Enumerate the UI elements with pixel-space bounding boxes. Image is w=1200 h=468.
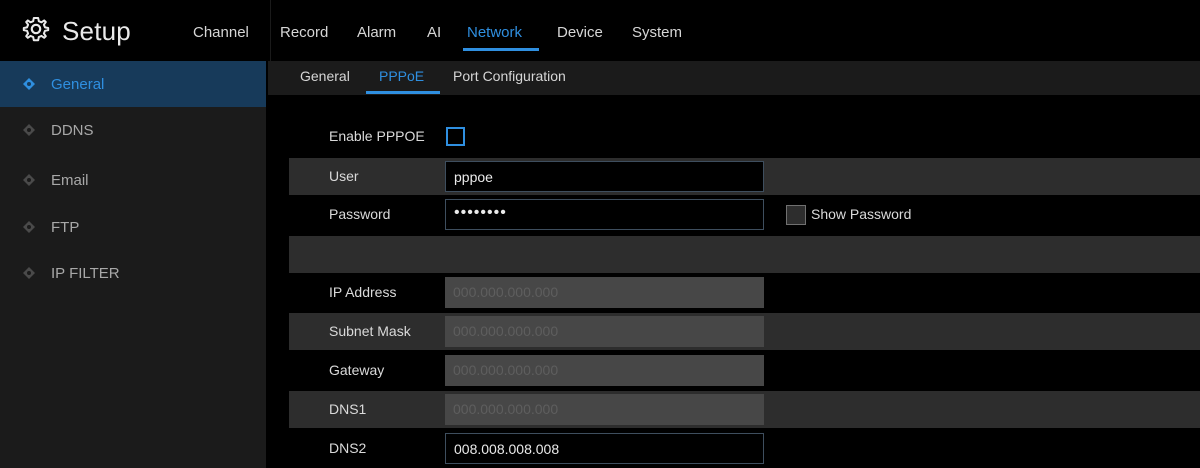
diamond-bullet-icon — [23, 221, 35, 233]
menu-record[interactable]: Record — [280, 24, 328, 41]
user-input[interactable]: pppoe — [445, 161, 764, 192]
active-tab-indicator — [366, 91, 440, 94]
subnet-mask-row: Subnet Mask 000.000.000.000 — [289, 313, 1200, 350]
password-row: Password •••••••• Show Password — [289, 196, 1200, 233]
user-row: User pppoe — [289, 158, 1200, 195]
password-input[interactable]: •••••••• — [445, 199, 764, 230]
sidebar-item-ddns[interactable]: DDNS — [0, 107, 266, 153]
diamond-bullet-icon — [23, 267, 35, 279]
top-bar: Setup Channel Record Alarm AI Network De… — [0, 0, 1200, 61]
brand: Setup — [22, 14, 131, 48]
password-label: Password — [329, 206, 391, 222]
sidebar-item-general[interactable]: General — [0, 61, 266, 107]
menu-system[interactable]: System — [632, 24, 682, 41]
dns2-label: DNS2 — [329, 440, 367, 456]
user-label: User — [329, 168, 359, 184]
subnet-mask-label: Subnet Mask — [329, 323, 411, 339]
enable-pppoe-row: Enable PPPOE — [289, 118, 1200, 155]
ip-address-input: 000.000.000.000 — [445, 277, 764, 308]
tab-pppoe[interactable]: PPPoE — [379, 68, 424, 84]
enable-pppoe-label: Enable PPPOE — [329, 128, 425, 144]
sidebar-item-label: DDNS — [51, 121, 94, 139]
ip-address-row: IP Address 000.000.000.000 — [289, 274, 1200, 311]
menu-network[interactable]: Network — [467, 24, 522, 41]
tab-port-configuration[interactable]: Port Configuration — [453, 68, 566, 84]
menu-ai[interactable]: AI — [427, 24, 441, 41]
active-menu-indicator — [463, 48, 539, 51]
sidebar-item-email[interactable]: Email — [0, 157, 266, 203]
show-password-checkbox[interactable] — [786, 205, 806, 225]
sidebar-item-label: IP FILTER — [51, 264, 120, 282]
separator-row — [289, 236, 1200, 273]
sub-tabs: General PPPoE Port Configuration — [268, 61, 1200, 95]
diamond-bullet-icon — [23, 124, 35, 136]
sidebar-item-label: FTP — [51, 218, 80, 236]
ip-address-label: IP Address — [329, 284, 397, 300]
menu-device[interactable]: Device — [557, 24, 603, 41]
sidebar: General DDNS Email FTP IP FILTER — [0, 61, 266, 468]
sidebar-item-label: General — [51, 75, 105, 93]
sidebar-item-ip-filter[interactable]: IP FILTER — [0, 250, 266, 296]
gateway-row: Gateway 000.000.000.000 — [289, 352, 1200, 389]
sidebar-item-ftp[interactable]: FTP — [0, 204, 266, 250]
gear-icon — [22, 15, 50, 48]
dns1-row: DNS1 000.000.000.000 — [289, 391, 1200, 428]
divider — [270, 0, 271, 61]
diamond-bullet-icon — [23, 174, 35, 186]
show-password-label[interactable]: Show Password — [811, 206, 911, 222]
gateway-input: 000.000.000.000 — [445, 355, 764, 386]
dns2-input[interactable]: 008.008.008.008 — [445, 433, 764, 464]
gateway-label: Gateway — [329, 362, 385, 378]
page-title: Setup — [62, 15, 131, 46]
diamond-bullet-icon — [23, 78, 35, 90]
enable-pppoe-checkbox[interactable] — [446, 127, 465, 146]
dns1-label: DNS1 — [329, 401, 367, 417]
tab-general[interactable]: General — [300, 68, 350, 84]
menu-alarm[interactable]: Alarm — [357, 24, 396, 41]
sidebar-item-label: Email — [51, 171, 89, 189]
menu-channel[interactable]: Channel — [193, 24, 249, 41]
dns1-input: 000.000.000.000 — [445, 394, 764, 425]
subnet-mask-input: 000.000.000.000 — [445, 316, 764, 347]
dns2-row: DNS2 008.008.008.008 — [289, 430, 1200, 467]
